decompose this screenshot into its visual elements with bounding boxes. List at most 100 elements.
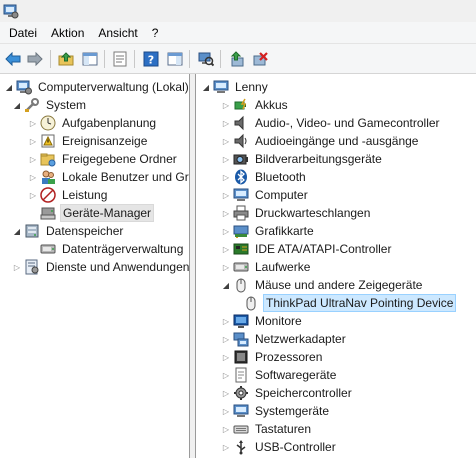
- storage-controller-icon: [233, 385, 249, 401]
- tree-item-datentraegerverwaltung[interactable]: ▷ Datenträgerverwaltung: [28, 240, 185, 258]
- device-thinkpad-ultranav[interactable]: ThinkPad UltraNav Pointing Device: [241, 294, 457, 312]
- expand-closed-icon[interactable]: ▷: [221, 240, 231, 258]
- device-category[interactable]: ▷ Netzwerkadapter: [221, 330, 348, 348]
- title-bar: [0, 0, 476, 22]
- device-category-expanded[interactable]: ◢ Mäuse und andere Zeigegeräte: [221, 276, 424, 294]
- pane-splitter[interactable]: [190, 74, 196, 458]
- expand-closed-icon[interactable]: ▷: [221, 168, 231, 186]
- menu-aktion[interactable]: Aktion: [44, 23, 91, 43]
- device-tree-root[interactable]: ◢ Lenny: [201, 78, 270, 96]
- expand-closed-icon[interactable]: ▷: [221, 132, 231, 150]
- help-button[interactable]: ?: [141, 49, 161, 69]
- device-category[interactable]: ▷ IDE ATA/ATAPI-Controller: [221, 240, 393, 258]
- device-manager-icon: [40, 205, 56, 221]
- properties-button[interactable]: [110, 49, 130, 69]
- tree-item-aufgabenplanung[interactable]: ▷ Aufgabenplanung: [28, 114, 158, 132]
- expand-closed-icon[interactable]: ▷: [28, 150, 38, 168]
- expand-open-icon[interactable]: ◢: [4, 78, 14, 96]
- battery-icon: [233, 97, 249, 113]
- expand-open-icon[interactable]: ◢: [221, 276, 231, 294]
- device-category[interactable]: ▷ Grafikkarte: [221, 222, 316, 240]
- device-category[interactable]: ▷ USB-Controller: [221, 438, 338, 456]
- show-action-pane-icon: [167, 52, 183, 66]
- expand-closed-icon[interactable]: ▷: [221, 384, 231, 402]
- disk-management-icon: [40, 241, 56, 257]
- expand-open-icon[interactable]: ◢: [12, 222, 22, 240]
- device-category[interactable]: ▷ Systemgeräte: [221, 402, 331, 420]
- tree-item-label: Laufwerke: [255, 260, 311, 274]
- device-category[interactable]: ▷ Computer: [221, 186, 310, 204]
- mouse-icon: [233, 277, 249, 293]
- tree-item-label: Dienste und Anwendungen: [46, 260, 190, 274]
- tree-item-lokale-benutzer[interactable]: ▷ Lokale Benutzer und Gruppen: [28, 168, 189, 186]
- device-category[interactable]: ▷ Audio-, Video- und Gamecontroller: [221, 114, 442, 132]
- back-icon: [5, 52, 21, 66]
- tree-item-datenspeicher[interactable]: ◢ Datenspeicher: [12, 222, 125, 240]
- expand-closed-icon[interactable]: ▷: [221, 222, 231, 240]
- computer-management-icon: [16, 79, 32, 95]
- device-category[interactable]: ▷ Speichercontroller: [221, 384, 354, 402]
- toolbar-separator: [104, 50, 105, 68]
- device-category[interactable]: ▷ Monitore: [221, 312, 304, 330]
- tree-item-label: Akkus: [255, 98, 288, 112]
- tree-item-label: Netzwerkadapter: [255, 332, 346, 346]
- expand-closed-icon[interactable]: ▷: [221, 204, 231, 222]
- expand-closed-icon[interactable]: ▷: [221, 96, 231, 114]
- expand-closed-icon[interactable]: ▷: [221, 438, 231, 456]
- svg-text:?: ?: [148, 54, 154, 67]
- device-category[interactable]: ▷ Druckwarteschlangen: [221, 204, 372, 222]
- uninstall-device-button[interactable]: [250, 49, 270, 69]
- mouse-icon: [243, 295, 259, 311]
- device-category[interactable]: ▷ Laufwerke: [221, 258, 312, 276]
- expand-closed-icon[interactable]: ▷: [221, 258, 231, 276]
- scan-hardware-button[interactable]: [196, 49, 216, 69]
- services-icon: [24, 259, 40, 275]
- tree-item-leistung[interactable]: ▷ Leistung: [28, 186, 109, 204]
- scan-hardware-icon: [198, 52, 214, 67]
- back-button[interactable]: [3, 49, 23, 69]
- tree-item-label: Audio-, Video- und Gamecontroller: [255, 116, 440, 130]
- device-category[interactable]: ▷ Tastaturen: [221, 420, 313, 438]
- tree-item-label: Geräte-Manager: [60, 204, 155, 222]
- tree-item-dienste[interactable]: ▷ Dienste und Anwendungen: [12, 258, 190, 276]
- menu-help[interactable]: ?: [145, 23, 166, 43]
- update-driver-button[interactable]: [227, 49, 247, 69]
- tree-item-ereignisanzeige[interactable]: ▷ Ereignisanzeige: [28, 132, 149, 150]
- expand-closed-icon[interactable]: ▷: [221, 348, 231, 366]
- performance-icon: [40, 187, 56, 203]
- ide-controller-icon: [233, 241, 249, 257]
- expand-closed-icon[interactable]: ▷: [221, 150, 231, 168]
- device-category[interactable]: ▷ Bluetooth: [221, 168, 308, 186]
- expand-closed-icon[interactable]: ▷: [221, 420, 231, 438]
- device-category[interactable]: ▷ Softwaregeräte: [221, 366, 338, 384]
- expand-closed-icon[interactable]: ▷: [221, 186, 231, 204]
- menu-datei[interactable]: Datei: [2, 23, 44, 43]
- device-category[interactable]: ▷ Audioeingänge und -ausgänge: [221, 132, 420, 150]
- device-category[interactable]: ▷ Akkus: [221, 96, 290, 114]
- expand-closed-icon[interactable]: ▷: [28, 168, 38, 186]
- device-category[interactable]: ▷ Bildverarbeitungsgeräte: [221, 150, 384, 168]
- expand-closed-icon[interactable]: ▷: [28, 114, 38, 132]
- tree-item-computerverwaltung[interactable]: ◢ Computerverwaltung (Lokal): [4, 78, 189, 96]
- up-folder-button[interactable]: [56, 49, 76, 69]
- expand-closed-icon[interactable]: ▷: [12, 258, 22, 276]
- expand-closed-icon[interactable]: ▷: [221, 366, 231, 384]
- tree-item-freigegebene-ordner[interactable]: ▷ Freigegebene Ordner: [28, 150, 179, 168]
- expand-closed-icon[interactable]: ▷: [221, 312, 231, 330]
- expand-closed-icon[interactable]: ▷: [221, 402, 231, 420]
- expand-closed-icon[interactable]: ▷: [28, 132, 38, 150]
- tree-item-system[interactable]: ◢ System: [12, 96, 88, 114]
- device-category[interactable]: ▷ Prozessoren: [221, 348, 324, 366]
- expand-closed-icon[interactable]: ▷: [221, 114, 231, 132]
- show-action-pane-button[interactable]: [165, 49, 185, 69]
- expand-open-icon[interactable]: ◢: [201, 78, 211, 96]
- expand-closed-icon[interactable]: ▷: [221, 330, 231, 348]
- local-users-icon: [40, 169, 56, 185]
- tree-item-geraete-manager[interactable]: ▷ Geräte-Manager: [28, 204, 155, 222]
- forward-button[interactable]: [25, 49, 45, 69]
- expand-open-icon[interactable]: ◢: [12, 96, 22, 114]
- show-hide-tree-button[interactable]: [80, 49, 100, 69]
- menu-ansicht[interactable]: Ansicht: [91, 23, 144, 43]
- expand-closed-icon[interactable]: ▷: [28, 186, 38, 204]
- tree-item-label: System: [46, 98, 87, 112]
